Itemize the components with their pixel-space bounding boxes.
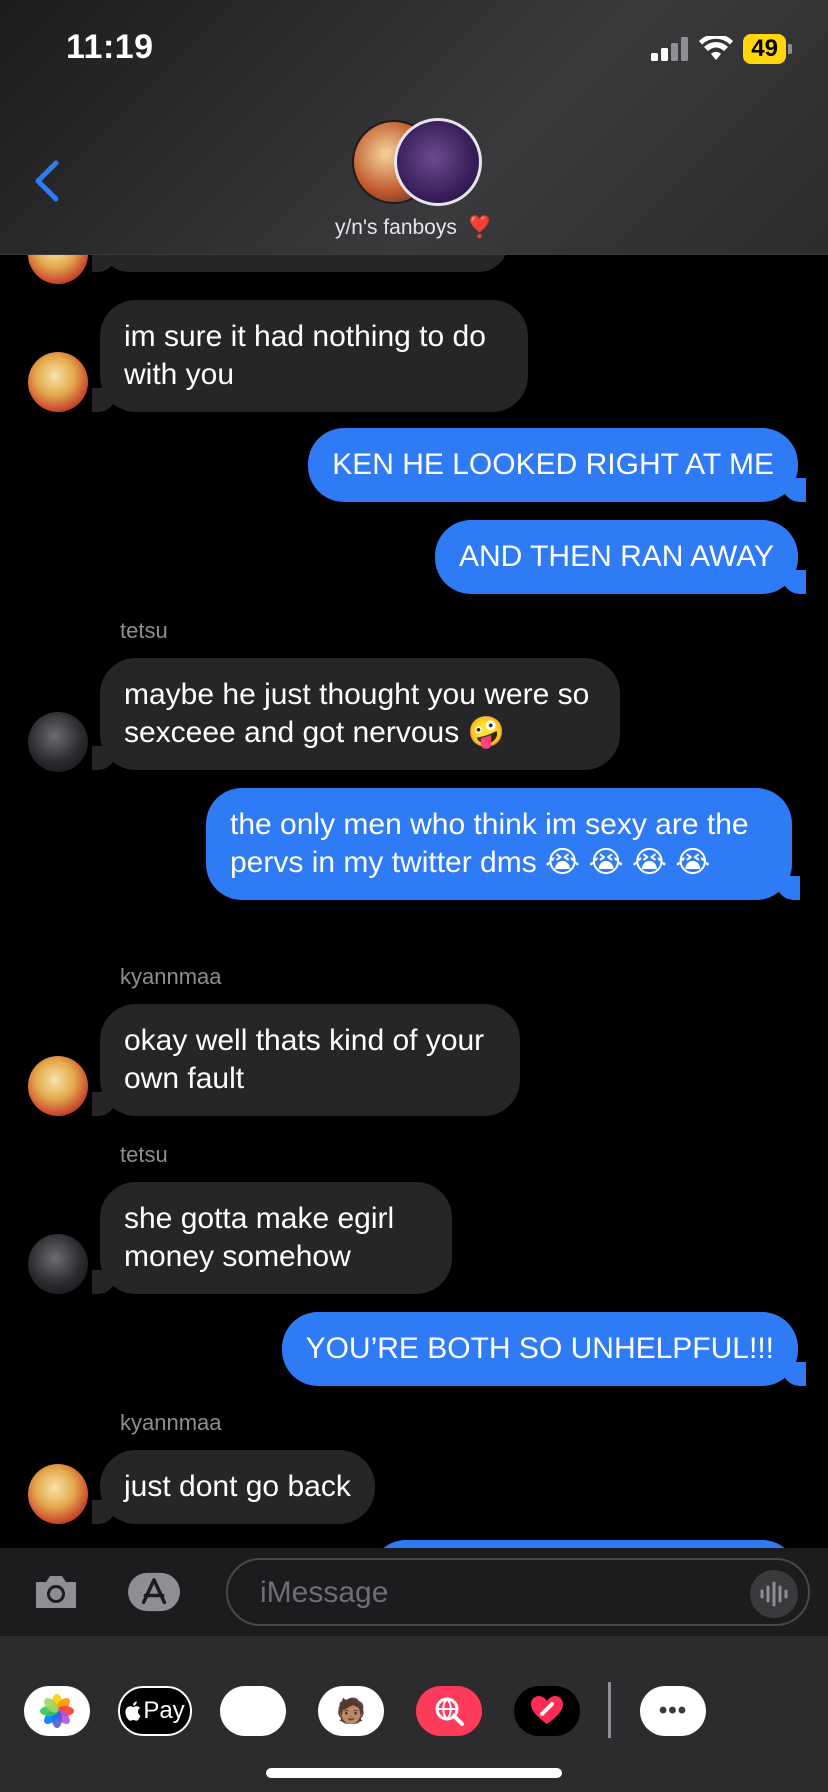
apple-pay-label: Pay (143, 1697, 185, 1724)
conversation-header: 11:19 49 y/n's fanboys ❣️ (0, 0, 828, 255)
memoji-face: 🧑🏽 (336, 1697, 366, 1725)
message-bubble[interactable]: im sure it had nothing to do with you (92, 300, 528, 412)
apple-logo-icon (125, 1701, 141, 1721)
message-bubble[interactable]: maybe he just thought you were so sexcee… (92, 658, 620, 770)
globe-search-icon (435, 1697, 464, 1726)
home-indicator (266, 1768, 562, 1778)
avatar (28, 1234, 88, 1294)
message-bubble-partial (370, 1540, 798, 1548)
message-input[interactable] (226, 1558, 810, 1626)
drawer-divider (608, 1682, 611, 1738)
avatar (28, 254, 88, 284)
image-search-app-icon[interactable] (416, 1686, 482, 1736)
avatar (28, 1056, 88, 1116)
audio-waveform-icon[interactable] (750, 1570, 798, 1618)
status-time: 11:19 (66, 28, 154, 66)
animoji-app-icon[interactable]: 🐵 (220, 1686, 286, 1736)
sender-name: kyannmaa (120, 964, 222, 989)
status-icons: 49 (651, 34, 792, 64)
message-bubble[interactable]: YOU’RE BOTH SO UNHELPFUL!!! (281, 1312, 807, 1386)
battery-tip (788, 44, 792, 54)
cellular-signal-icon (651, 37, 689, 61)
wifi-icon (699, 36, 734, 60)
message-thread[interactable]: im sure it had nothing to do with you KE… (0, 254, 828, 1548)
monkey-emoji: 🐵 (239, 1697, 267, 1725)
message-bubble-partial (92, 254, 508, 272)
sender-name: tetsu (120, 618, 168, 643)
member-avatar (394, 118, 482, 206)
group-avatars[interactable] (352, 118, 482, 206)
compose-bar (0, 1548, 828, 1636)
message-bubble[interactable]: the only men who think im sexy are the p… (206, 788, 800, 900)
message-bubble[interactable]: AND THEN RAN AWAY (434, 520, 807, 594)
more-apps-icon[interactable]: ••• (640, 1686, 706, 1736)
apple-pay-app-icon[interactable]: Pay (118, 1686, 192, 1736)
digital-touch-app-icon[interactable] (514, 1686, 580, 1736)
message-bubble[interactable]: just dont go back (92, 1450, 375, 1524)
photos-app-icon[interactable] (24, 1686, 90, 1736)
battery-level: 49 (743, 34, 786, 64)
memoji-app-icon[interactable]: 🧑🏽 (318, 1686, 384, 1736)
back-chevron-icon[interactable] (32, 160, 72, 210)
group-name-text: y/n's fanboys (334, 216, 457, 239)
heart-hand-icon (531, 1696, 563, 1724)
sender-name: kyannmaa (120, 1410, 222, 1435)
avatar (28, 712, 88, 772)
avatar (28, 1464, 88, 1524)
message-bubble[interactable]: she gotta make egirl money somehow (92, 1182, 452, 1294)
heart-emoji: ❣️ (466, 216, 494, 239)
group-name[interactable]: y/n's fanboys ❣️ (0, 216, 828, 240)
avatar (28, 352, 88, 412)
camera-icon[interactable] (30, 1566, 82, 1618)
more-dots: ••• (658, 1697, 688, 1724)
message-bubble[interactable]: okay well thats kind of your own fault (92, 1004, 520, 1116)
app-store-icon[interactable] (128, 1566, 180, 1618)
sender-name: tetsu (120, 1142, 168, 1167)
message-bubble[interactable]: KEN HE LOOKED RIGHT AT ME (308, 428, 806, 502)
message-text-field[interactable] (258, 1570, 702, 1616)
